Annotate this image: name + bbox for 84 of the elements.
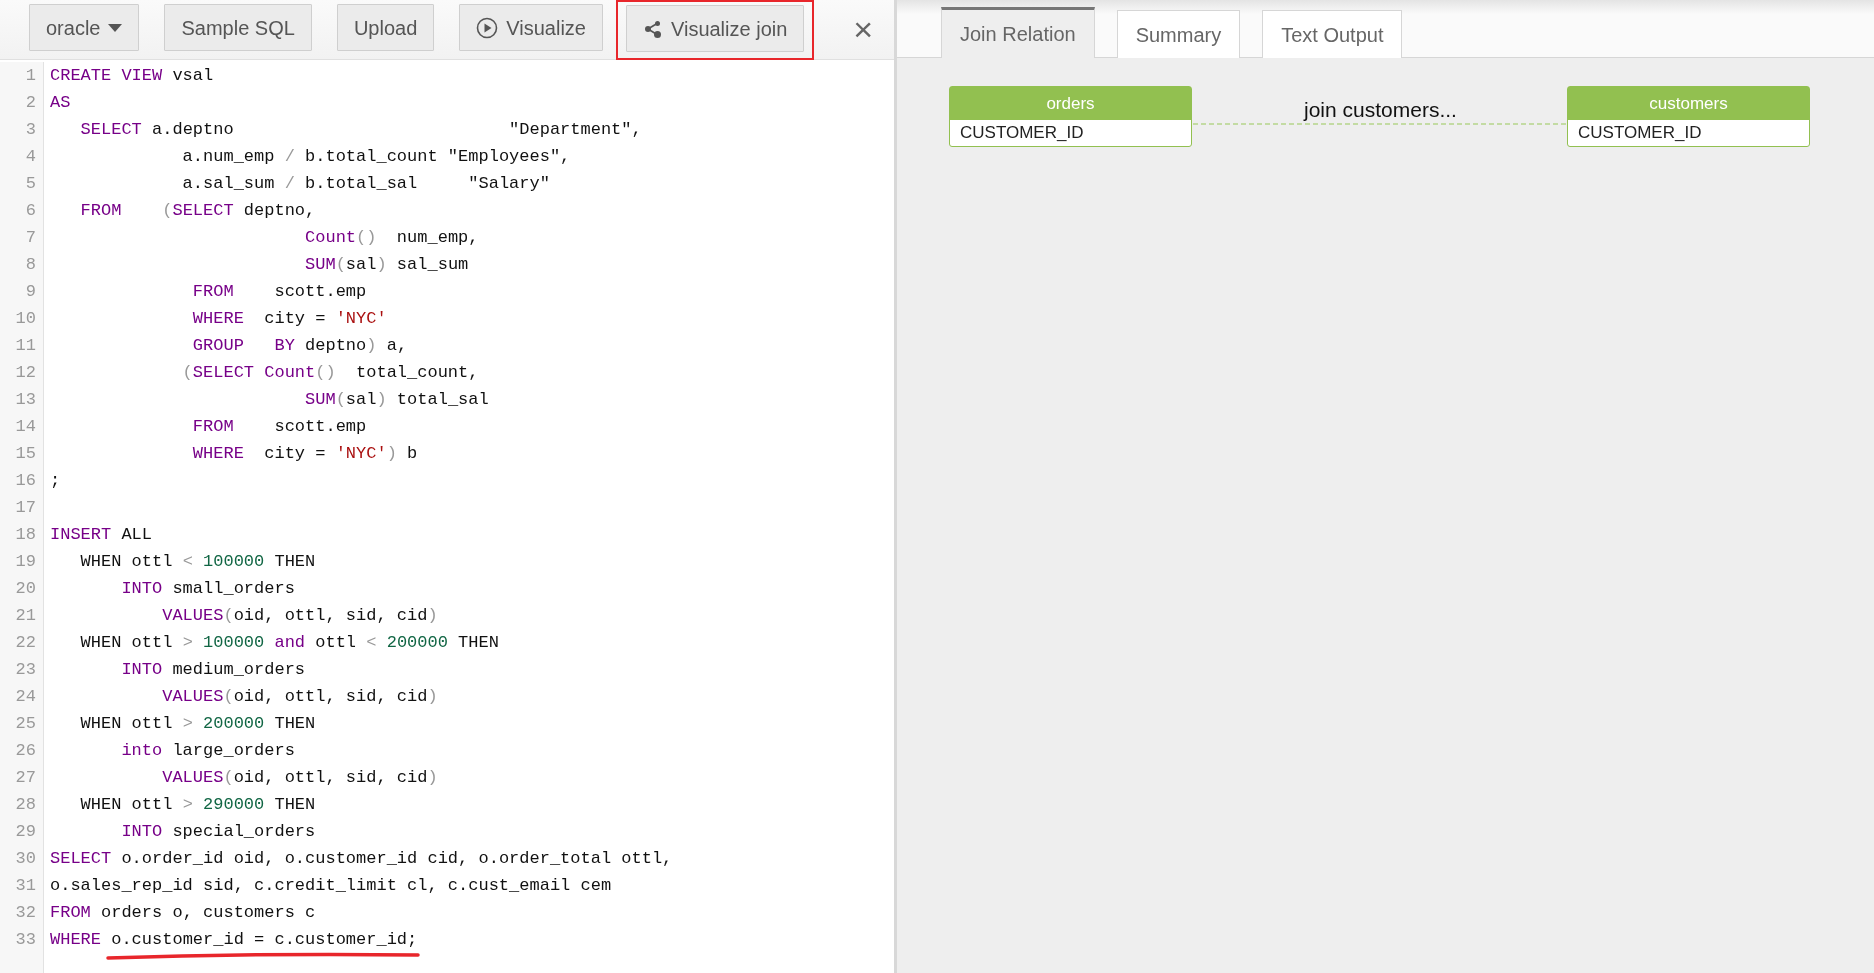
tab[interactable]: Summary (1116, 10, 1241, 58)
line-number: 6 (24, 200, 37, 222)
code-line: SUM(sal) total_sal (304, 389, 489, 411)
line-number: 14 (14, 416, 37, 438)
toolbar-button[interactable]: Upload (336, 4, 435, 51)
language-dropdown[interactable]: oracle (29, 4, 140, 51)
code-line: a.num_emp / b.total_count "Employees", (181, 146, 571, 168)
code-line: FROM (SELECT deptno, (79, 200, 316, 222)
line-number: 4 (24, 146, 37, 168)
code-line: INTO medium_orders (120, 659, 306, 681)
code-line: into large_orders (120, 740, 295, 762)
table-node[interactable]: customers CUSTOMER_ID (1567, 86, 1810, 147)
line-number: 26 (14, 740, 37, 762)
close-button[interactable]: × (849, 12, 878, 46)
code-line: VALUES(oid, ottl, sid, cid) (161, 767, 438, 789)
caret-icon (108, 23, 123, 32)
table-name: orders (950, 87, 1191, 120)
line-number: 32 (14, 902, 37, 924)
toolbar-button[interactable]: Sample SQL (164, 4, 312, 51)
line-number: 25 (14, 713, 37, 735)
line-number: 17 (14, 497, 37, 519)
share-icon (642, 18, 663, 39)
play-icon (476, 16, 499, 39)
line-number: 31 (14, 875, 37, 897)
code-line: WHERE city = 'NYC') b (191, 443, 418, 465)
code-line: GROUP BY deptno) a, (191, 335, 408, 357)
toolbar-button[interactable]: Visualize (459, 4, 603, 51)
code-line: WHERE o.customer_id = c.customer_id; (50, 929, 418, 951)
line-number: 1 (24, 65, 37, 87)
line-number: 24 (14, 686, 37, 708)
table-node[interactable]: orders CUSTOMER_ID (949, 86, 1192, 147)
code-line: INTO small_orders (120, 578, 295, 600)
code-line: a.sal_sum / b.total_sal "Salary" (181, 173, 550, 195)
line-number: 3 (24, 119, 37, 141)
code-line: WHEN ottl > 290000 THEN (79, 794, 316, 816)
line-number: 19 (14, 551, 37, 573)
join-label: join customers... (1304, 97, 1457, 123)
table-name: customers (1568, 87, 1809, 120)
code-line: WHEN ottl < 100000 THEN (79, 551, 316, 573)
code-line: FROM scott.emp (191, 281, 367, 303)
code-line: Count() num_emp, (304, 227, 479, 249)
tab[interactable]: Text Output (1262, 10, 1403, 58)
line-number: 18 (14, 524, 37, 546)
line-number: 10 (14, 308, 37, 330)
code-line: WHEN ottl > 100000 and ottl < 200000 THEN (79, 632, 499, 654)
line-number: 27 (14, 767, 37, 789)
code-line: INSERT ALL (50, 524, 153, 546)
line-number: 28 (14, 794, 37, 816)
code-line: CREATE VIEW vsal (50, 65, 214, 87)
column-name: CUSTOMER_ID (1577, 122, 1703, 144)
line-number: 21 (14, 605, 37, 627)
line-number: 29 (14, 821, 37, 843)
code-line: WHEN ottl > 200000 THEN (79, 713, 316, 735)
tab[interactable]: Join Relation (941, 7, 1095, 58)
code-line: INTO special_orders (120, 821, 316, 843)
toolbar-button[interactable]: Visualize join (625, 5, 805, 52)
column-name: CUSTOMER_ID (959, 122, 1085, 144)
code-line: (SELECT Count() total_count, (181, 362, 479, 384)
code-line: SELECT o.order_id oid, o.customer_id cid, o.order_total ottl, (50, 848, 673, 870)
code-line: FROM scott.emp (191, 416, 367, 438)
line-number: 16 (14, 470, 37, 492)
code-line: WHERE city = 'NYC' (191, 308, 387, 330)
line-number: 9 (24, 281, 37, 303)
code-line: VALUES(oid, ottl, sid, cid) (161, 686, 438, 708)
line-number: 30 (14, 848, 37, 870)
line-number: 8 (24, 254, 37, 276)
code-line: SUM(sal) sal_sum (304, 254, 469, 276)
line-number: 33 (14, 929, 37, 951)
line-number: 7 (24, 227, 37, 249)
code-line: SELECT a.deptno "Department", (79, 119, 642, 141)
line-number: 12 (14, 362, 37, 384)
code-line: o.sales_rep_id sid, c.credit_limit cl, c.cust_email cem (50, 875, 612, 897)
line-number: 13 (14, 389, 37, 411)
code-line: ; (50, 470, 61, 492)
line-number: 5 (24, 173, 37, 195)
code-line: VALUES(oid, ottl, sid, cid) (161, 605, 438, 627)
line-number: 20 (14, 578, 37, 600)
line-number: 23 (14, 659, 37, 681)
code-line: AS (50, 92, 71, 114)
code-line: FROM orders o, customers c (50, 902, 316, 924)
line-number: 22 (14, 632, 37, 654)
line-number: 15 (14, 443, 37, 465)
line-number: 2 (24, 92, 37, 114)
line-number: 11 (14, 335, 37, 357)
